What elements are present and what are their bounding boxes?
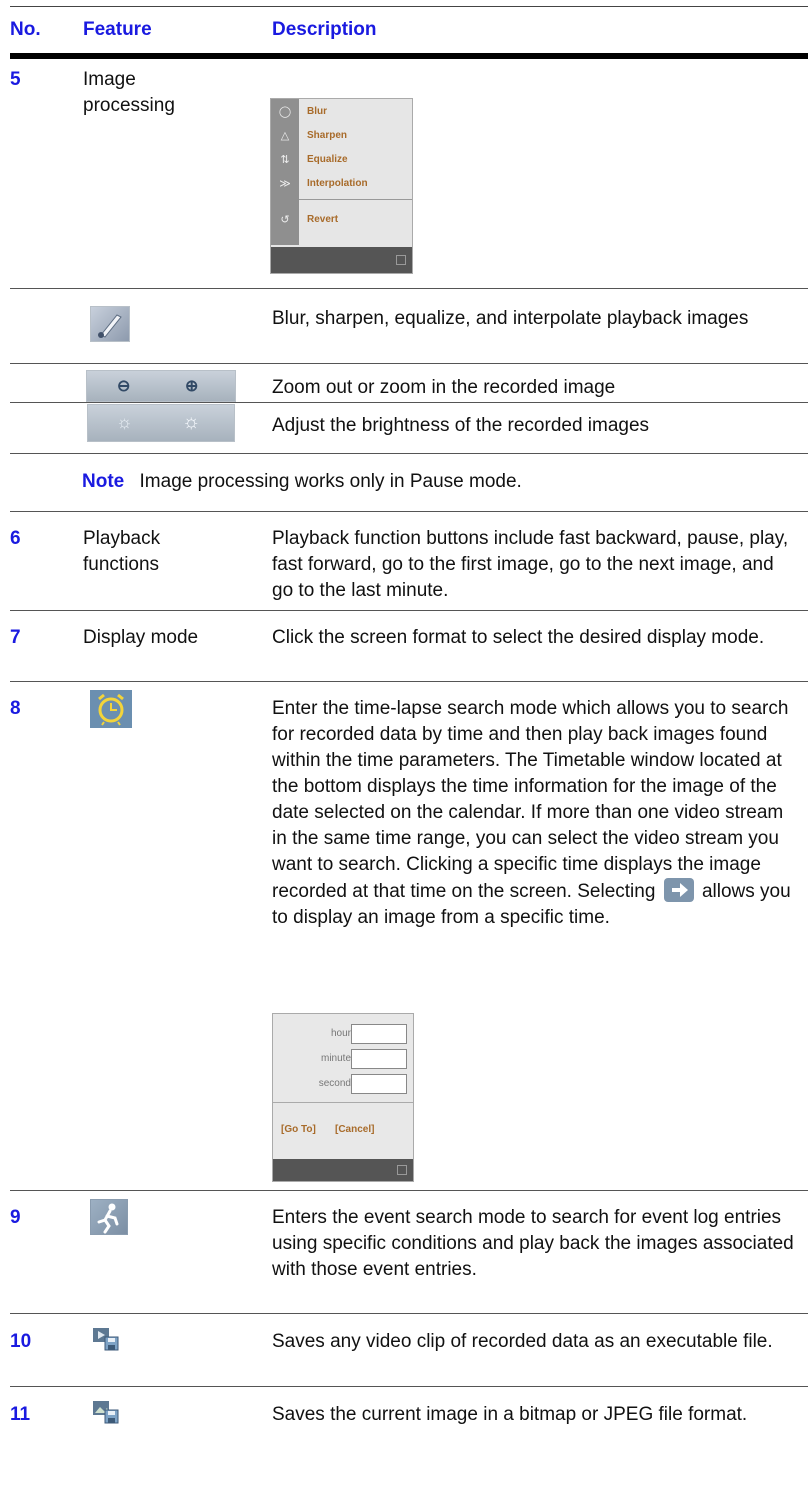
- row-divider: [10, 1190, 808, 1191]
- brightness-description: Adjust the brightness of the recorded im…: [272, 415, 650, 436]
- row-10-number: 10: [10, 1331, 32, 1352]
- blur-icon: ◯: [278, 106, 292, 118]
- row-5-number: 5: [10, 69, 21, 90]
- row-6-description: Playback function buttons include fast b…: [272, 528, 789, 601]
- row-8-description-select: Selecting: [577, 881, 656, 902]
- sharpen-icon: △: [280, 130, 290, 142]
- resize-icon: [396, 255, 406, 265]
- row-7-feature: Display mode: [83, 627, 199, 648]
- feature-table: No. Feature Description 5 Image processi…: [10, 6, 808, 1425]
- image-processing-menu: ◯ Blur △ Sharpen ⇅ Equalize ≫ Interpolat…: [270, 98, 413, 274]
- row-divider: [10, 453, 808, 454]
- minute-input[interactable]: [351, 1049, 407, 1069]
- row-8-description-main: Enter the time-lapse search mode which a…: [272, 698, 789, 902]
- menu-item-revert[interactable]: Revert: [307, 214, 338, 225]
- row-divider: [10, 1313, 808, 1314]
- zoom-in-icon[interactable]: ⊕: [185, 376, 198, 396]
- interpolation-icon: ≫: [279, 178, 291, 190]
- row-5-feature: Image processing: [83, 69, 175, 116]
- zoom-description: Zoom out or zoom in the recorded image: [272, 377, 616, 398]
- row-8-number: 8: [10, 698, 21, 719]
- brightness-up-icon[interactable]: ☼: [182, 411, 200, 434]
- row-11-description: Saves the current image in a bitmap or J…: [272, 1404, 748, 1425]
- menu-item-sharpen[interactable]: Sharpen: [307, 130, 347, 141]
- row-divider: [10, 402, 808, 403]
- go-to-button[interactable]: [Go To]: [281, 1124, 316, 1135]
- row-6-number: 6: [10, 528, 21, 549]
- row-divider: [10, 1386, 808, 1387]
- note-label: Note: [82, 471, 125, 492]
- zoom-out-icon[interactable]: ⊖: [117, 376, 130, 396]
- header-feature: Feature: [83, 19, 152, 40]
- note: Note Image processing works only in Paus…: [82, 471, 808, 493]
- second-label: second: [318, 1078, 351, 1089]
- menu-item-interpolation[interactable]: Interpolation: [307, 178, 368, 189]
- row-divider: [10, 363, 808, 364]
- minute-label: minute: [320, 1053, 351, 1064]
- row-divider: [10, 511, 808, 512]
- header-rule: [10, 53, 808, 59]
- revert-icon: ↺: [280, 214, 290, 226]
- row-8-description: Enter the time-lapse search mode which a…: [272, 696, 798, 931]
- brush-icon[interactable]: [90, 306, 130, 342]
- row-divider: [10, 288, 808, 289]
- row-divider: [10, 610, 808, 611]
- row-9-number: 9: [10, 1207, 21, 1228]
- zoom-buttons: ⊖ ⊕: [86, 370, 236, 402]
- go-to-footer: [273, 1159, 413, 1181]
- alarm-clock-icon[interactable]: [90, 690, 132, 728]
- equalize-icon: ⇅: [280, 154, 290, 166]
- running-man-icon[interactable]: [90, 1199, 128, 1235]
- brightness-down-icon[interactable]: ☼: [116, 412, 133, 433]
- row-6-feature: Playback functions: [83, 528, 161, 575]
- row-11-number: 11: [10, 1404, 31, 1425]
- go-to-separator: [273, 1102, 413, 1103]
- menu-separator: [299, 199, 412, 200]
- second-input[interactable]: [351, 1074, 407, 1094]
- brightness-buttons: ☼ ☼: [87, 404, 235, 442]
- note-text: Image processing works only in Pause mod…: [139, 471, 522, 492]
- brush-description: Blur, sharpen, equalize, and interpolate…: [272, 308, 749, 329]
- menu-item-blur[interactable]: Blur: [307, 106, 327, 117]
- row-10-description: Saves any video clip of recorded data as…: [272, 1331, 773, 1352]
- menu-item-equalize[interactable]: Equalize: [307, 154, 348, 165]
- resize-icon: [397, 1165, 407, 1175]
- row-7-number: 7: [10, 627, 21, 648]
- go-arrow-icon[interactable]: [663, 878, 694, 902]
- menu-footer: [271, 247, 412, 273]
- go-to-time-box: hour minute second [Go To] [Cancel]: [272, 1013, 414, 1182]
- row-divider: [10, 681, 808, 682]
- hour-input[interactable]: [351, 1024, 407, 1044]
- header-description: Description: [272, 19, 377, 40]
- hour-label: hour: [330, 1028, 351, 1039]
- save-clip-icon[interactable]: [92, 1326, 120, 1352]
- row-7-description: Click the screen format to select the de…: [272, 627, 765, 648]
- table-header: No. Feature Description: [10, 6, 808, 59]
- save-image-icon[interactable]: [92, 1399, 120, 1425]
- header-no: No.: [10, 19, 41, 40]
- row-9-description: Enters the event search mode to search f…: [272, 1207, 794, 1280]
- cancel-button[interactable]: [Cancel]: [335, 1124, 374, 1135]
